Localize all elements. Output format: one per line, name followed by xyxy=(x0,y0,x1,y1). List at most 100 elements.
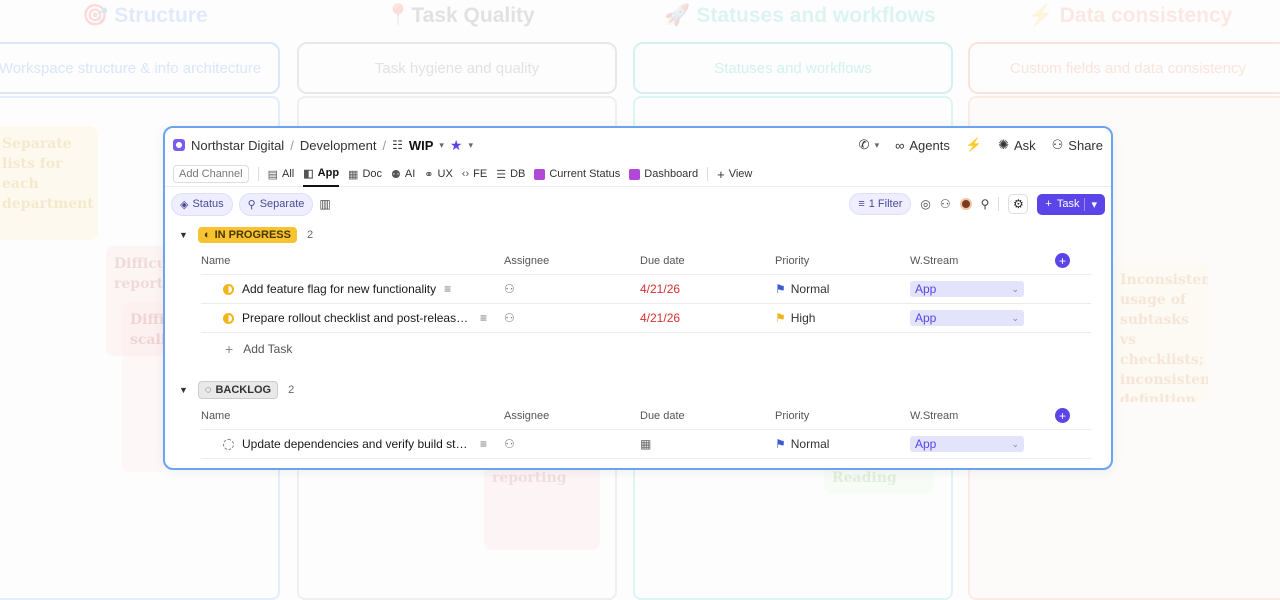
bg-column-title: 📍Task Quality xyxy=(385,4,535,27)
ask-button[interactable]: ✺ Ask xyxy=(998,137,1036,153)
tab-app[interactable]: ◧ App xyxy=(303,162,340,187)
add-task-row[interactable]: + Add Task xyxy=(225,333,1111,364)
ask-label: Ask xyxy=(1013,137,1036,153)
column-due-date[interactable]: Due date xyxy=(640,255,775,267)
breadcrumb-space[interactable]: Development xyxy=(300,138,377,153)
collapse-caret-icon[interactable]: ▼ xyxy=(179,385,188,395)
views-bar: Add Channel ▤ All ◧ App ▦ Doc ⚉ AI ⚭ UX ‹› FE … xyxy=(165,162,1111,187)
filter-label: 1 Filter xyxy=(868,198,903,210)
assignees-icon[interactable]: ⚇ xyxy=(940,197,951,211)
workspace-icon xyxy=(173,139,185,151)
add-channel-button[interactable]: Add Channel xyxy=(173,165,249,183)
gear-icon[interactable]: ⚙ xyxy=(1008,194,1029,214)
add-column-icon[interactable]: + xyxy=(1055,408,1070,423)
tab-db[interactable]: ☰ DB xyxy=(496,162,525,187)
columns-icon[interactable]: ▥ xyxy=(319,197,330,211)
wstream-select[interactable]: App ⌄ xyxy=(910,436,1024,452)
wstream-select[interactable]: App ⌄ xyxy=(910,281,1024,297)
tab-label: FE xyxy=(473,168,488,180)
filter-chip[interactable]: ≡ 1 Filter xyxy=(849,193,912,215)
assignee-cell[interactable]: ⚇ xyxy=(504,282,640,296)
tab-label: Dashboard xyxy=(644,168,699,180)
tab-all[interactable]: ▤ All xyxy=(268,162,295,187)
due-date-cell[interactable]: 4/21/26 xyxy=(640,282,775,296)
table-row[interactable]: Prepare rollout checklist and post-relea… xyxy=(201,304,1091,333)
doc-icon: ▦ xyxy=(348,168,359,181)
priority-cell[interactable]: ⚑ Normal xyxy=(775,282,910,296)
assignee-cell[interactable]: ⚇ xyxy=(504,311,640,325)
tab-label: AI xyxy=(404,168,416,180)
column-priority[interactable]: Priority xyxy=(775,410,910,422)
divider xyxy=(257,167,259,181)
priority-cell[interactable]: ⚑ High xyxy=(775,311,910,325)
check-circle-icon[interactable]: ◎ xyxy=(920,197,930,211)
column-assignee[interactable]: Assignee xyxy=(504,255,640,267)
priority-cell[interactable]: ⚑ Normal xyxy=(775,437,910,451)
subtasks-separate-chip[interactable]: ⚲ Separate xyxy=(238,192,314,216)
table-row[interactable]: Update dependencies and verify build sta… xyxy=(201,430,1091,459)
column-assignee[interactable]: Assignee xyxy=(504,410,640,422)
chevron-down-icon: ⌄ xyxy=(1011,438,1019,449)
layers-icon: ◈ xyxy=(180,198,189,211)
plus-icon: + xyxy=(225,340,234,357)
breadcrumb-workspace[interactable]: Northstar Digital xyxy=(191,138,284,153)
table-row[interactable]: Add feature flag for new functionality ≡… xyxy=(201,275,1091,304)
bg-column-header: Workspace structure & info architecture xyxy=(0,42,280,94)
task-name[interactable]: Add feature flag for new functionality xyxy=(242,282,436,296)
bg-column-title: 🎯 Structure xyxy=(82,4,208,27)
status-badge[interactable]: ◌ BACKLOG xyxy=(197,381,279,399)
add-task-button[interactable]: + Task ▾ xyxy=(1037,193,1105,215)
chevron-down-icon[interactable]: ▾ xyxy=(1084,197,1097,211)
breadcrumb-list[interactable]: WIP xyxy=(409,138,434,153)
bg-sticky-note: Inconsistent usage of subtasks vs checkl… xyxy=(1112,262,1208,402)
wstream-select[interactable]: App ⌄ xyxy=(910,310,1024,326)
backlog-status-icon[interactable] xyxy=(223,438,234,450)
lightning-icon[interactable]: ⚡ xyxy=(966,137,982,153)
group-by-status-chip[interactable]: ◈ Status xyxy=(171,192,233,216)
task-name[interactable]: Prepare rollout checklist and post-relea… xyxy=(242,311,472,325)
breadcrumb-separator: / xyxy=(290,137,294,153)
search-icon[interactable]: ⚲ xyxy=(981,197,990,211)
list-view-window: Northstar Digital / Development / ☷ WIP … xyxy=(163,126,1113,470)
due-date-cell[interactable]: ▦ xyxy=(640,437,775,451)
wstream-cell[interactable]: App ⌄ xyxy=(910,281,1055,297)
star-icon[interactable]: ★ xyxy=(450,137,463,154)
add-view-button[interactable]: + View xyxy=(717,162,752,187)
database-icon: ☰ xyxy=(496,168,507,181)
chevron-down-icon[interactable]: ▾ xyxy=(439,140,444,151)
tab-ux[interactable]: ⚭ UX xyxy=(424,162,453,187)
status-badge[interactable]: ◐ IN PROGRESS xyxy=(197,227,297,243)
column-name[interactable]: Name xyxy=(201,255,504,267)
flag-icon: ⚑ xyxy=(775,311,786,325)
chevron-down-icon[interactable]: ▾ xyxy=(468,140,473,151)
column-wstream[interactable]: W.Stream xyxy=(910,410,1055,422)
chevron-down-icon: ⌄ xyxy=(1011,312,1019,323)
bg-sticky-note: Difficult scaling xyxy=(122,302,164,472)
group-count: 2 xyxy=(306,229,314,241)
flag-icon: ⚑ xyxy=(775,437,786,451)
in-progress-status-icon[interactable] xyxy=(223,283,234,295)
wstream-cell[interactable]: App ⌄ xyxy=(910,436,1055,452)
avatar[interactable] xyxy=(959,198,972,210)
collapse-caret-icon[interactable]: ▼ xyxy=(179,230,188,240)
agents-button[interactable]: ∞ Agents xyxy=(895,138,950,153)
add-column-icon[interactable]: + xyxy=(1055,253,1070,268)
column-name[interactable]: Name xyxy=(201,410,504,422)
tab-dashboard[interactable]: Dashboard xyxy=(629,162,698,187)
filter-icon: ≡ xyxy=(858,198,865,210)
due-date-cell[interactable]: 4/21/26 xyxy=(640,311,775,325)
wstream-cell[interactable]: App ⌄ xyxy=(910,310,1055,326)
tab-ai[interactable]: ⚉ AI xyxy=(391,162,415,187)
column-wstream[interactable]: W.Stream xyxy=(910,255,1055,267)
share-button[interactable]: ⚇ Share xyxy=(1052,137,1103,153)
column-due-date[interactable]: Due date xyxy=(640,410,775,422)
add-task-label: Add Task xyxy=(243,341,293,356)
tab-doc[interactable]: ▦ Doc xyxy=(348,162,382,187)
tab-fe[interactable]: ‹› FE xyxy=(462,162,487,187)
assignee-cell[interactable]: ⚇ xyxy=(504,437,640,451)
in-progress-status-icon[interactable] xyxy=(223,312,234,324)
phone-icon[interactable]: ✆ ▾ xyxy=(859,137,879,153)
tab-current-status[interactable]: Current Status xyxy=(534,162,620,187)
task-name[interactable]: Update dependencies and verify build sta… xyxy=(242,437,472,451)
column-priority[interactable]: Priority xyxy=(775,255,910,267)
